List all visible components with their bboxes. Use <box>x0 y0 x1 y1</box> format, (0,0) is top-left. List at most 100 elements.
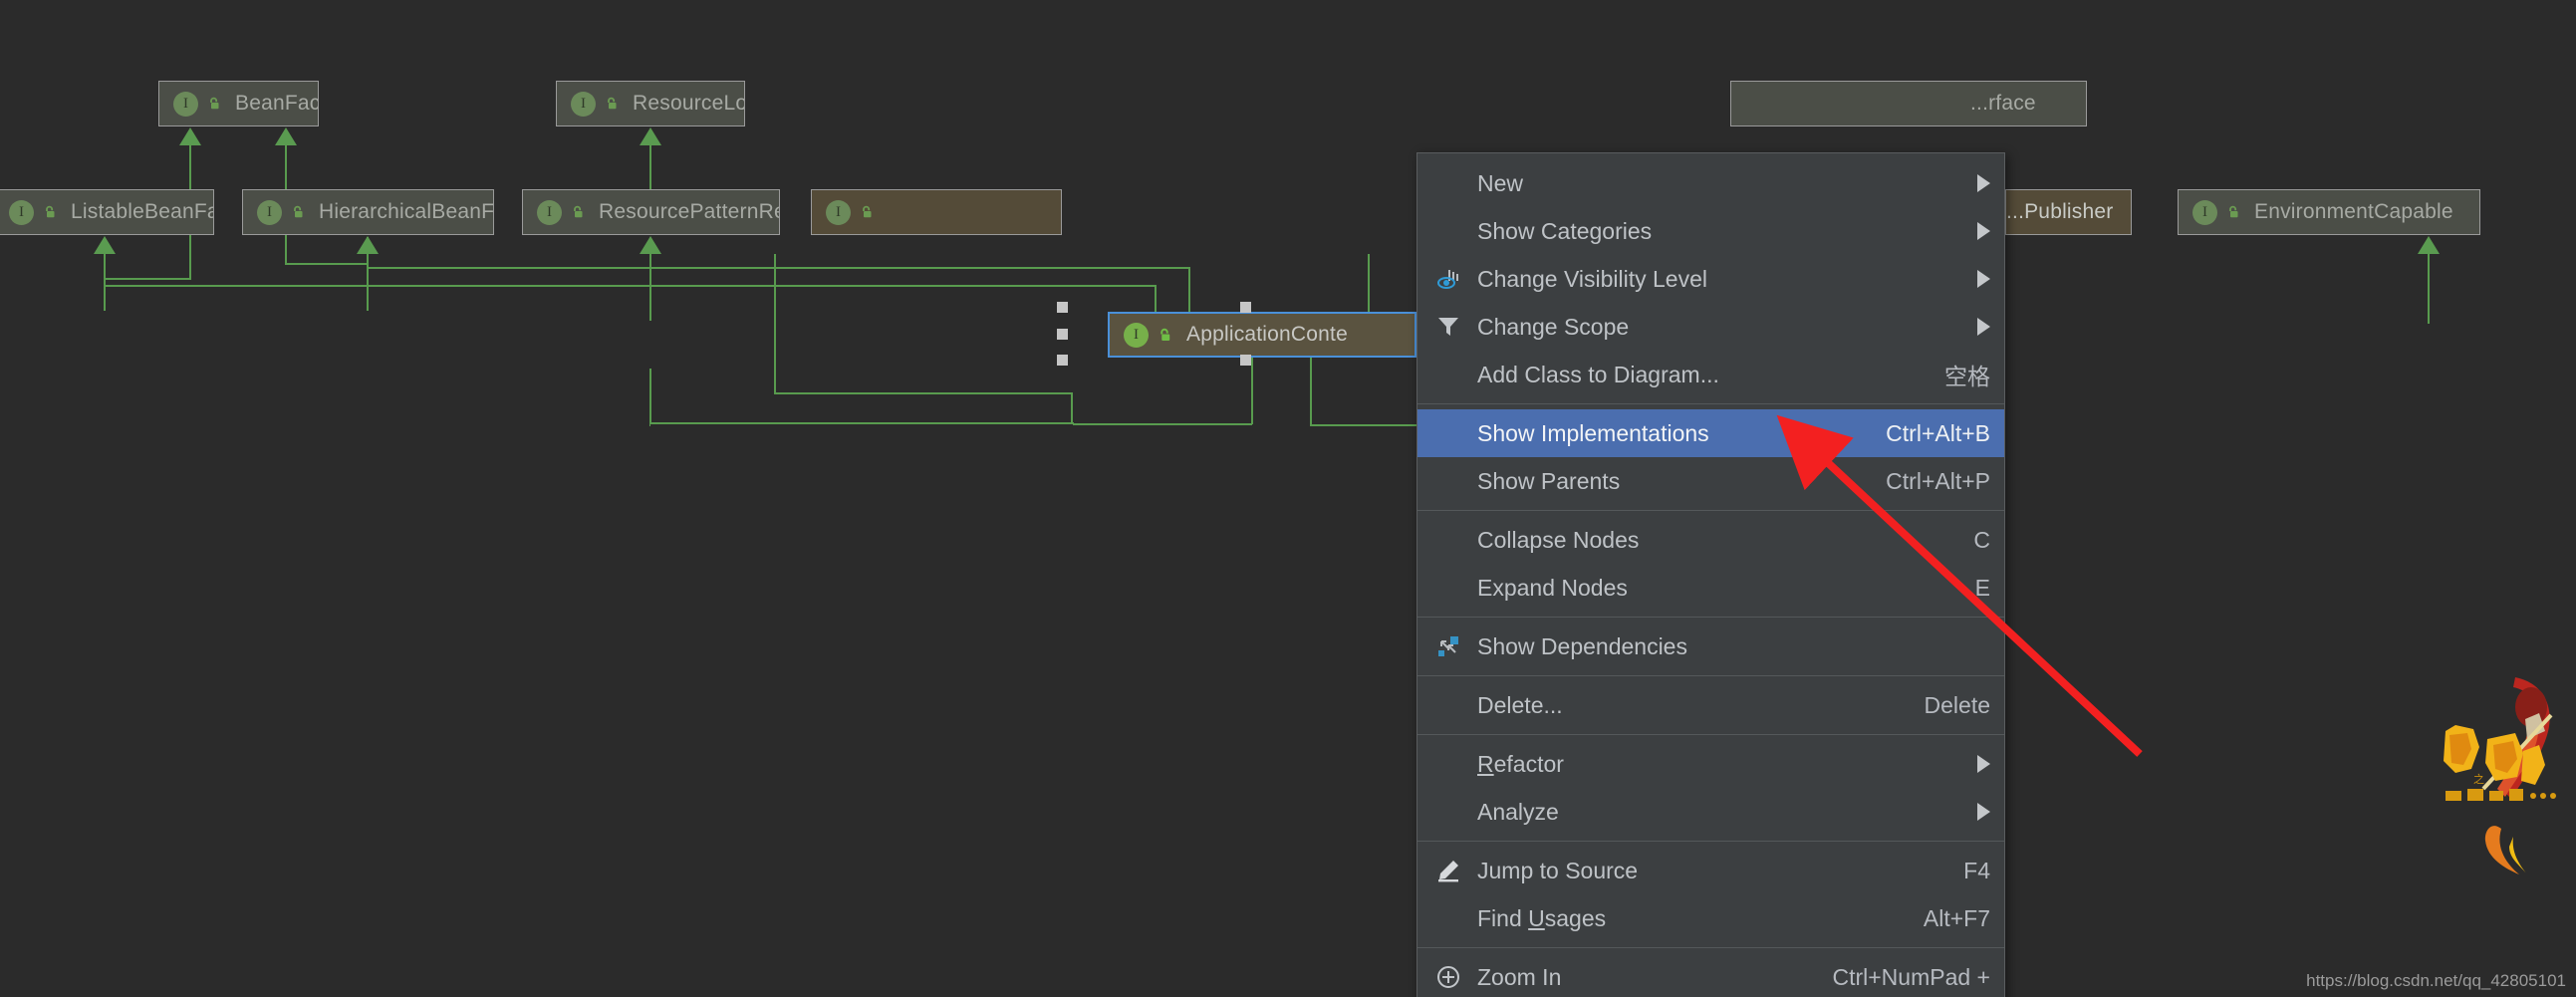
menu-item-show-implementations[interactable]: Show Implementations Ctrl+Alt+B <box>1417 409 2004 457</box>
submenu-chevron-icon <box>1977 803 1990 821</box>
uml-node-label: ApplicationConte <box>1186 323 1348 346</box>
public-lock-icon <box>1160 328 1170 341</box>
uml-node-occluded-amber[interactable]: I <box>811 189 1062 235</box>
menu-item-delete[interactable]: Delete... Delete <box>1417 681 2004 729</box>
submenu-chevron-icon <box>1977 222 1990 240</box>
uml-node-hierarchicalbeanfactory[interactable]: I HierarchicalBeanFactory <box>242 189 494 235</box>
menu-item-label: Show Implementations <box>1477 419 1709 446</box>
menu-item-shortcut: Ctrl+NumPad + <box>1832 963 1990 990</box>
menu-item-label: Delete... <box>1477 691 1563 718</box>
menu-item-label: Expand Nodes <box>1477 574 1628 601</box>
public-lock-icon <box>608 97 617 110</box>
public-lock-icon <box>863 205 872 218</box>
menu-item-shortcut: Delete <box>1924 691 1990 718</box>
menu-item-show-categories[interactable]: Show Categories <box>1417 207 2004 255</box>
menu-item-label: Analyze <box>1477 798 1559 825</box>
csdn-watermark: https://blog.csdn.net/qq_42805101 <box>2306 971 2566 990</box>
selection-handle[interactable] <box>1057 355 1068 366</box>
visibility-eye-icon <box>1431 266 1465 292</box>
dependencies-icon <box>1431 633 1465 659</box>
edge-segment <box>649 145 651 190</box>
public-lock-icon <box>574 205 583 218</box>
menu-item-change-scope[interactable]: Change Scope <box>1417 303 2004 351</box>
menu-item-new[interactable]: New <box>1417 159 2004 207</box>
submenu-chevron-icon <box>1977 270 1990 288</box>
selection-handle[interactable] <box>1240 302 1251 313</box>
context-menu[interactable]: New Show Categories Change Visibility Leve… <box>1417 152 2005 997</box>
menu-item-zoom-in[interactable]: Zoom In Ctrl+NumPad + <box>1417 953 2004 997</box>
uml-node-publisher[interactable]: ...Publisher <box>2005 189 2132 235</box>
uml-node-beanfactory[interactable]: I BeanFactory <box>158 81 319 126</box>
menu-item-label: Jump to Source <box>1477 857 1639 883</box>
edge-segment <box>2428 254 2430 324</box>
interface-badge-icon: I <box>1124 322 1149 348</box>
uml-diagram-canvas[interactable]: I BeanFactory I ResourceLoader ...rface … <box>0 0 2576 997</box>
menu-item-jump-to-source[interactable]: Jump to Source F4 <box>1417 847 2004 894</box>
public-lock-icon <box>210 97 219 110</box>
menu-item-label: Change Scope <box>1477 313 1630 340</box>
interface-badge-icon: I <box>2192 199 2217 225</box>
promo-poster-image[interactable]: 之 <box>2428 669 2567 878</box>
public-lock-icon <box>46 205 55 218</box>
submenu-chevron-icon <box>1977 174 1990 192</box>
uml-node-label: ...Publisher <box>2006 200 2114 223</box>
edge-segment <box>774 254 776 393</box>
interface-badge-icon: I <box>173 91 198 117</box>
interface-badge-icon: I <box>537 199 562 225</box>
edge-segment <box>1071 393 1073 424</box>
edge-segment <box>1188 267 1190 313</box>
edge-segment <box>367 267 1190 269</box>
inheritance-arrowhead <box>357 236 379 254</box>
interface-badge-icon: I <box>257 199 282 225</box>
menu-item-shortcut: Ctrl+Alt+B <box>1886 419 1990 446</box>
uml-node-label: HierarchicalBeanFactory <box>319 200 493 223</box>
menu-item-shortcut: Ctrl+Alt+P <box>1886 467 1990 494</box>
uml-node-label: ...rface <box>1970 92 2036 115</box>
menu-item-label: Show Categories <box>1477 217 1653 244</box>
screenshot-root: I BeanFactory I ResourceLoader ...rface … <box>0 0 2576 997</box>
menu-item-refactor[interactable]: Refactor <box>1417 740 2004 788</box>
uml-node-resourcepatternresolver[interactable]: I ResourcePatternResolver <box>522 189 780 235</box>
menu-separator <box>1417 403 2004 404</box>
menu-item-label: Find Usages <box>1477 904 1607 931</box>
uml-node-partial-interface[interactable]: ...rface <box>1730 81 2087 126</box>
menu-separator <box>1417 947 2004 948</box>
menu-item-label: Zoom In <box>1477 963 1562 990</box>
menu-item-label: Show Dependencies <box>1477 632 1687 659</box>
edge-segment <box>104 254 106 287</box>
menu-item-label: Collapse Nodes <box>1477 526 1640 553</box>
uml-node-label: BeanFactory <box>235 92 318 115</box>
public-lock-icon <box>294 205 303 218</box>
uml-node-applicationcontext[interactable]: I ApplicationConte <box>1108 312 1417 358</box>
menu-item-add-class-to-diagram[interactable]: Add Class to Diagram... 空格 <box>1417 351 2004 398</box>
uml-node-label: ResourceLoader <box>633 92 744 115</box>
menu-item-shortcut: E <box>1974 574 1990 601</box>
uml-node-resourceloader[interactable]: I ResourceLoader <box>556 81 745 126</box>
menu-item-find-usages[interactable]: Find Usages Alt+F7 <box>1417 894 2004 942</box>
menu-separator <box>1417 510 2004 511</box>
menu-separator <box>1417 617 2004 618</box>
submenu-chevron-icon <box>1977 755 1990 773</box>
zoom-in-icon <box>1431 964 1465 990</box>
menu-item-show-parents[interactable]: Show Parents Ctrl+Alt+P <box>1417 457 2004 505</box>
uml-node-label: EnvironmentCapable <box>2254 200 2453 223</box>
inheritance-arrowhead <box>275 127 297 145</box>
menu-separator <box>1417 675 2004 676</box>
uml-node-label: ResourcePatternResolver <box>599 200 779 223</box>
uml-node-listablebeanfactory[interactable]: I ListableBeanFactory <box>0 189 214 235</box>
menu-item-analyze[interactable]: Analyze <box>1417 788 2004 836</box>
interface-badge-icon: I <box>571 91 596 117</box>
selection-handle[interactable] <box>1240 355 1251 366</box>
inheritance-arrowhead <box>94 236 116 254</box>
selection-handle[interactable] <box>1057 302 1068 313</box>
edge-segment <box>649 424 650 426</box>
menu-item-shortcut: 空格 <box>1944 364 1990 389</box>
menu-item-change-visibility-level[interactable]: Change Visibility Level <box>1417 255 2004 303</box>
edge-segment <box>104 285 1157 287</box>
uml-node-environmentcapable[interactable]: I EnvironmentCapable <box>2178 189 2480 235</box>
menu-item-show-dependencies[interactable]: Show Dependencies <box>1417 623 2004 670</box>
menu-item-expand-nodes[interactable]: Expand Nodes E <box>1417 564 2004 612</box>
selection-handle[interactable] <box>1057 329 1068 340</box>
menu-item-label: Refactor <box>1477 750 1564 777</box>
menu-item-collapse-nodes[interactable]: Collapse Nodes C <box>1417 516 2004 564</box>
